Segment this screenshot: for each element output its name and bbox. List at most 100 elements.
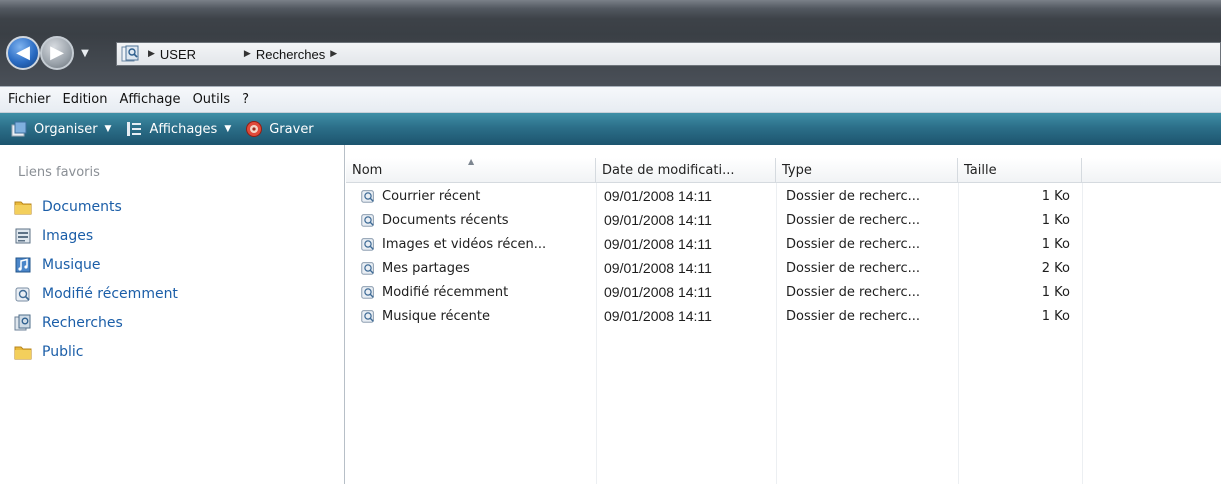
- file-size: 1 Ko: [1041, 308, 1070, 324]
- back-arrow-icon: ◀: [16, 42, 30, 63]
- file-type: Dossier de recherc...: [786, 260, 921, 276]
- table-row[interactable]: Courrier récent 09/01/2008 14:11 Dossier…: [346, 184, 1086, 208]
- saved-search-icon: [361, 286, 374, 299]
- searches-icon: [14, 314, 31, 331]
- file-type: Dossier de recherc...: [786, 236, 921, 252]
- table-row[interactable]: Mes partages 09/01/2008 14:11 Dossier de…: [346, 256, 1086, 280]
- favorite-label: Documents: [42, 199, 122, 215]
- burn-disc-icon: [246, 121, 263, 137]
- file-size: 1 Ko: [1041, 188, 1070, 204]
- views-icon: [127, 122, 142, 136]
- organise-icon: [11, 121, 27, 137]
- file-name-cell: Musique récente: [360, 304, 590, 328]
- column-header-date[interactable]: Date de modificati...: [596, 158, 776, 183]
- file-size: 1 Ko: [1041, 236, 1070, 252]
- menu-edit[interactable]: Edition: [63, 92, 108, 107]
- column-header-label: Nom: [352, 163, 383, 178]
- file-name-cell: Images et vidéos récen...: [360, 232, 590, 256]
- file-name: Documents récents: [382, 212, 509, 228]
- file-date: 09/01/2008 14:11: [604, 188, 712, 204]
- file-name: Mes partages: [382, 260, 470, 276]
- table-row[interactable]: Documents récents 09/01/2008 14:11 Dossi…: [346, 208, 1086, 232]
- file-date: 09/01/2008 14:11: [604, 212, 712, 228]
- favorite-label: Public: [42, 344, 84, 360]
- views-button[interactable]: Affichages ▼: [125, 120, 231, 138]
- menu-view[interactable]: Affichage: [119, 92, 180, 107]
- saved-search-icon: [361, 310, 374, 323]
- saved-search-icon: [15, 287, 30, 302]
- sort-ascending-icon: ▲: [468, 157, 475, 166]
- favorite-images[interactable]: Images: [14, 224, 93, 248]
- file-date: 09/01/2008 14:11: [604, 236, 712, 252]
- file-type: Dossier de recherc...: [786, 308, 921, 324]
- window-title-area: ◀ ▶ ▼ ▶ USER ▶ Recherches ▶: [0, 0, 1221, 86]
- file-size: 1 Ko: [1041, 284, 1070, 300]
- table-row[interactable]: Modifié récemment 09/01/2008 14:11 Dossi…: [346, 280, 1086, 304]
- favorite-label: Musique: [42, 257, 101, 273]
- saved-search-icon: [361, 190, 374, 203]
- favorite-documents[interactable]: Documents: [14, 195, 122, 219]
- file-name-cell: Mes partages: [360, 256, 590, 280]
- file-list: Nom ▲ Date de modificati... Type Taille …: [346, 145, 1221, 484]
- favorite-links-pane: Liens favoris Documents Images Musique M…: [0, 145, 345, 484]
- file-date: 09/01/2008 14:11: [604, 260, 712, 276]
- favorite-public[interactable]: Public: [14, 340, 83, 364]
- menu-bar: Fichier Edition Affichage Outils ?: [0, 86, 1221, 113]
- file-name-cell: Modifié récemment: [360, 280, 590, 304]
- column-header-type[interactable]: Type: [776, 158, 958, 183]
- table-row[interactable]: Musique récente 09/01/2008 14:11 Dossier…: [346, 304, 1086, 328]
- burn-button[interactable]: Graver: [245, 120, 314, 138]
- address-bar[interactable]: ▶ USER ▶ Recherches ▶: [116, 42, 1221, 66]
- menu-tools[interactable]: Outils: [193, 92, 231, 107]
- column-header-size[interactable]: Taille: [958, 158, 1082, 183]
- chevron-down-icon: ▼: [104, 124, 112, 134]
- favorite-searches[interactable]: Recherches: [14, 311, 123, 335]
- breadcrumb-separator-icon[interactable]: ▶: [244, 49, 251, 59]
- command-bar: Organiser ▼ Affichages ▼ Graver: [0, 113, 1221, 145]
- saved-search-icon: [361, 214, 374, 227]
- favorite-recently-changed[interactable]: Modifié récemment: [14, 282, 178, 306]
- favorite-label: Recherches: [42, 315, 123, 331]
- file-name: Courrier récent: [382, 188, 481, 204]
- pictures-icon: [15, 228, 31, 244]
- folder-icon: [14, 346, 32, 360]
- folder-icon: [14, 201, 32, 215]
- file-type: Dossier de recherc...: [786, 212, 921, 228]
- organise-button[interactable]: Organiser ▼: [10, 120, 111, 138]
- saved-search-icon: [361, 262, 374, 275]
- file-type: Dossier de recherc...: [786, 284, 921, 300]
- favorite-label: Modifié récemment: [42, 286, 178, 302]
- file-size: 1 Ko: [1041, 212, 1070, 228]
- music-icon: [15, 257, 31, 273]
- breadcrumb-separator-icon[interactable]: ▶: [330, 49, 337, 59]
- saved-search-icon: [361, 238, 374, 251]
- column-header-name[interactable]: Nom ▲: [346, 157, 596, 183]
- table-row[interactable]: Images et vidéos récen... 09/01/2008 14:…: [346, 232, 1086, 256]
- column-header-label: Date de modificati...: [602, 163, 735, 178]
- breadcrumb-searches[interactable]: Recherches: [256, 47, 325, 62]
- back-button[interactable]: ◀: [6, 36, 40, 70]
- menu-help[interactable]: ?: [242, 92, 249, 107]
- file-type: Dossier de recherc...: [786, 188, 921, 204]
- burn-label: Graver: [269, 121, 314, 137]
- column-header-label: Taille: [964, 163, 997, 178]
- file-name-cell: Courrier récent: [360, 184, 590, 208]
- organise-label: Organiser: [34, 121, 98, 137]
- favorite-links-heading: Liens favoris: [18, 165, 100, 180]
- history-dropdown-icon[interactable]: ▼: [78, 44, 92, 62]
- forward-arrow-icon: ▶: [50, 42, 64, 63]
- searches-folder-icon: [121, 45, 139, 62]
- breadcrumb-user[interactable]: USER: [160, 47, 220, 62]
- menu-file[interactable]: Fichier: [8, 92, 51, 107]
- file-date: 09/01/2008 14:11: [604, 284, 712, 300]
- favorite-music[interactable]: Musique: [14, 253, 101, 277]
- file-name: Musique récente: [382, 308, 490, 324]
- chevron-down-icon: ▼: [224, 124, 232, 134]
- favorite-label: Images: [42, 228, 94, 244]
- column-header-label: Type: [782, 163, 812, 178]
- breadcrumb-separator-icon[interactable]: ▶: [148, 49, 155, 59]
- views-label: Affichages: [149, 121, 218, 137]
- file-size: 2 Ko: [1041, 260, 1070, 276]
- file-name-cell: Documents récents: [360, 208, 590, 232]
- forward-button[interactable]: ▶: [40, 36, 74, 70]
